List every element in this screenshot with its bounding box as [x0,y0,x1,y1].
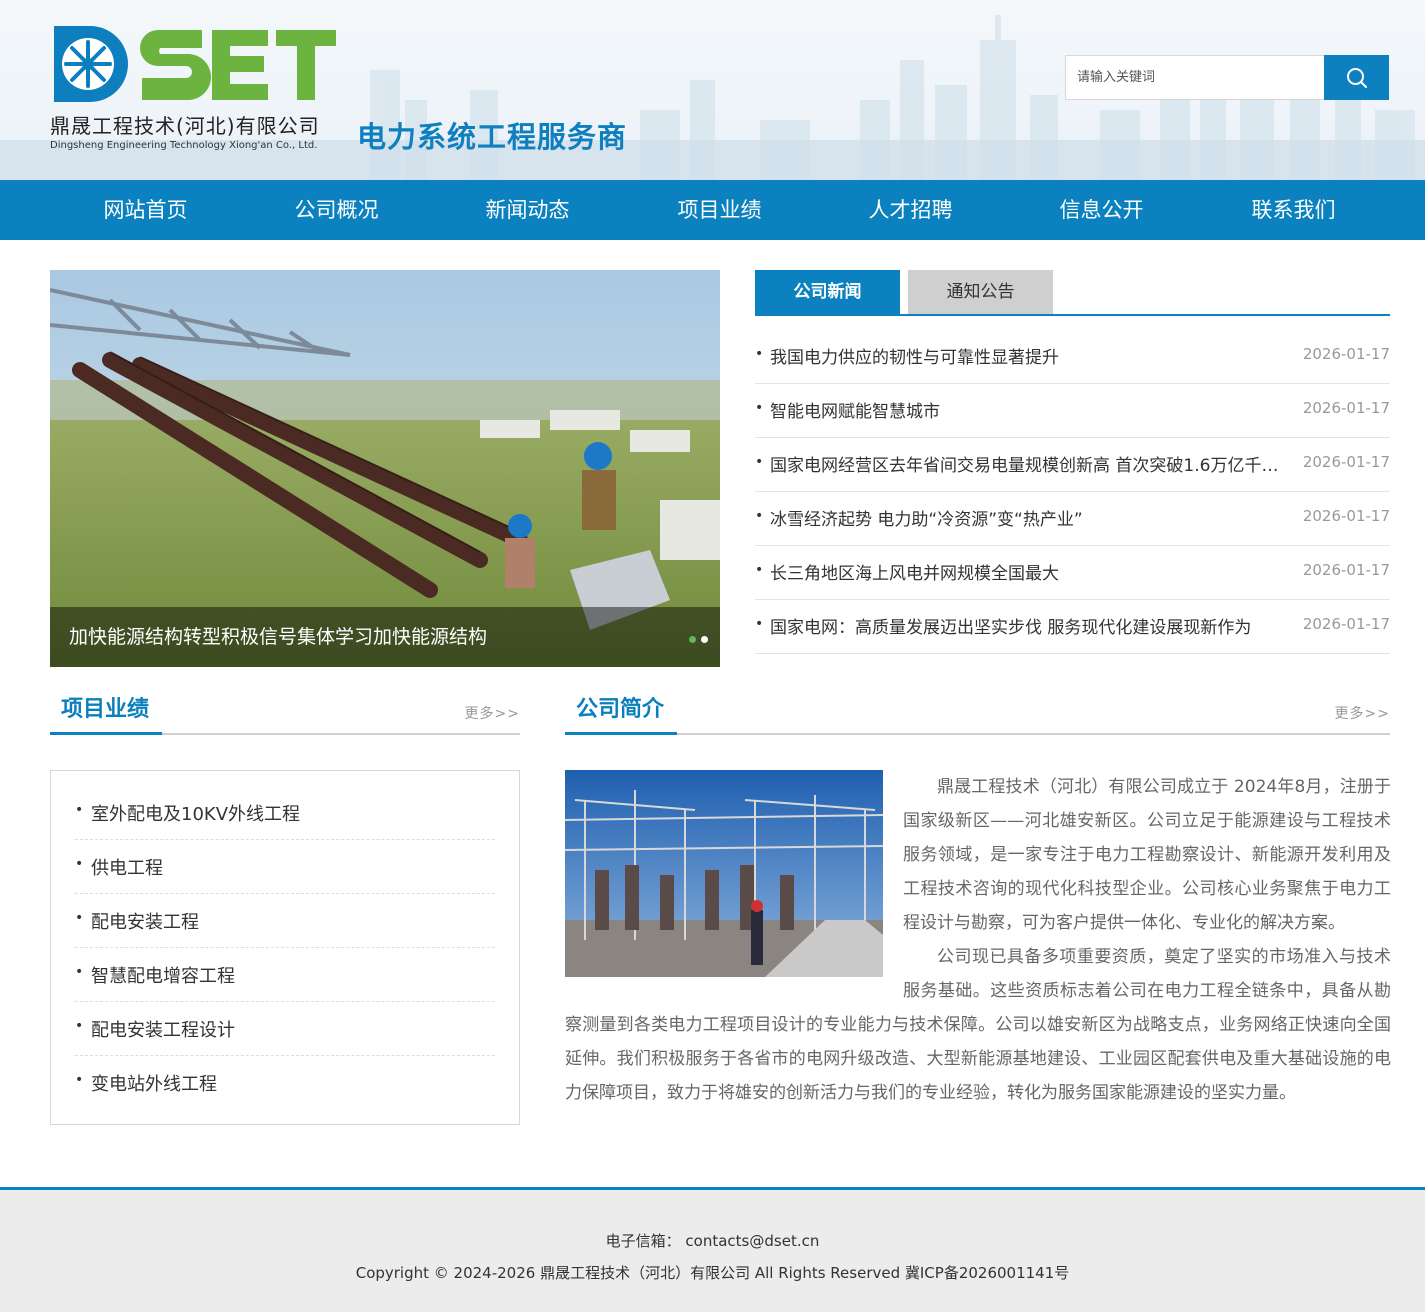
bullet-icon: • [755,346,764,362]
banner-caption: 加快能源结构转型积极信号集体学习加快能源结构 [50,607,720,667]
project-label: 配电安装工程设计 [91,1020,235,1041]
projects-box: • 室外配电及10KV外线工程 • 供电工程 • 配电安装工程 • 智慧配电增容… [50,770,520,1125]
footer-copyright: Copyright © 2024-2026 鼎晟工程技术（河北）有限公司 All… [355,1264,1070,1282]
news-item[interactable]: • 智能电网赋能智慧城市 2026-01-17 [755,384,1390,438]
news-item[interactable]: • 国家电网经营区去年省间交易电量规模创新高 首次突破1.6万亿千瓦时 2026… [755,438,1390,492]
news-date: 2026-01-17 [1302,399,1390,417]
news-tabs: 公司新闻 通知公告 [755,270,1390,316]
site-footer: 电子信箱： contacts@dset.cn Copyright © 2024-… [0,1187,1425,1312]
news-item[interactable]: • 长三角地区海上风电并网规模全国最大 2026-01-17 [755,546,1390,600]
bullet-icon: • [75,856,84,872]
news-item[interactable]: • 国家电网：高质量发展迈出坚实步伐 服务现代化建设展现新作为 2026-01-… [755,600,1390,654]
bullet-icon: • [755,400,764,416]
projects-title: 项目业绩 [50,695,163,735]
nav-item-about[interactable]: 公司概况 [241,180,432,240]
bullet-icon: • [755,508,764,524]
project-item[interactable]: • 供电工程 [75,840,495,894]
company-name-en: Dingsheng Engineering Technology Xiong'a… [50,140,318,151]
news-item[interactable]: • 我国电力供应的韧性与可靠性显著提升 2026-01-17 [755,330,1390,384]
project-label: 智慧配电增容工程 [91,966,235,987]
news-date: 2026-01-17 [1302,507,1390,525]
project-label: 室外配电及10KV外线工程 [91,804,301,825]
news-title: 国家电网：高质量发展迈出坚实步伐 服务现代化建设展现新作为 [770,618,1252,638]
bullet-icon: • [755,616,764,632]
main-nav: 网站首页 公司概况 新闻动态 项目业绩 人才招聘 信息公开 联系我们 [0,180,1425,240]
bullet-icon: • [75,802,84,818]
news-date: 2026-01-17 [1302,561,1390,579]
nav-item-home[interactable]: 网站首页 [50,180,241,240]
nav-item-contact[interactable]: 联系我们 [1198,180,1389,240]
news-date: 2026-01-17 [1302,345,1390,363]
projects-more-link[interactable]: 更多>> [465,703,520,723]
news-title: 我国电力供应的韧性与可靠性显著提升 [770,348,1059,368]
news-date: 2026-01-17 [1302,615,1390,633]
nav-item-projects[interactable]: 项目业绩 [624,180,815,240]
project-label: 配电安装工程 [91,912,199,933]
news-date: 2026-01-17 [1302,453,1390,471]
company-logo[interactable]: 鼎晟工程技术(河北)有限公司 Dingsheng Engineering Tec… [50,24,350,159]
project-item[interactable]: • 配电安装工程设计 [75,1002,495,1056]
project-item[interactable]: • 变电站外线工程 [75,1056,495,1110]
tab-company-news[interactable]: 公司新闻 [755,270,900,314]
slide-dot[interactable] [701,636,708,643]
company-name-cn: 鼎晟工程技术(河北)有限公司 [50,114,320,138]
news-panel: 公司新闻 通知公告 • 我国电力供应的韧性与可靠性显著提升 2026-01-17… [755,270,1390,660]
dset-logo-icon [54,26,336,102]
about-more-link[interactable]: 更多>> [1335,703,1390,723]
project-label: 变电站外线工程 [91,1074,217,1095]
projects-list: • 室外配电及10KV外线工程 • 供电工程 • 配电安装工程 • 智慧配电增容… [75,786,495,1110]
bullet-icon: • [75,964,84,980]
project-item[interactable]: • 智慧配电增容工程 [75,948,495,1002]
nav-item-disclosure[interactable]: 信息公开 [1006,180,1197,240]
bullet-icon: • [755,562,764,578]
news-item[interactable]: • 冰雪经济起势 电力助“冷资源”变“热产业” 2026-01-17 [755,492,1390,546]
substation-photo [565,770,883,977]
about-image [565,770,883,977]
about-section-header: 公司简介 更多>> [565,695,1390,735]
slide-dot-active[interactable] [689,636,696,643]
tab-notices[interactable]: 通知公告 [908,270,1053,314]
footer-email: 电子信箱： contacts@dset.cn [605,1232,820,1250]
news-title: 智能电网赋能智慧城市 [770,402,940,422]
bullet-icon: • [75,1018,84,1034]
news-list: • 我国电力供应的韧性与可靠性显著提升 2026-01-17 • 智能电网赋能智… [755,330,1390,654]
site-header: 鼎晟工程技术(河北)有限公司 Dingsheng Engineering Tec… [0,0,1425,180]
banner-slideshow[interactable]: 加快能源结构转型积极信号集体学习加快能源结构 [50,270,720,667]
projects-section-header: 项目业绩 更多>> [50,695,520,735]
project-item[interactable]: • 配电安装工程 [75,894,495,948]
nav-item-news[interactable]: 新闻动态 [432,180,623,240]
nav-item-careers[interactable]: 人才招聘 [815,180,1006,240]
project-item[interactable]: • 室外配电及10KV外线工程 [75,786,495,840]
news-title: 长三角地区海上风电并网规模全国最大 [770,564,1059,584]
search-input[interactable] [1065,55,1325,100]
search-icon [1346,67,1367,88]
bullet-icon: • [755,454,764,470]
search-bar [1065,55,1389,100]
about-title: 公司简介 [565,695,678,735]
search-button[interactable] [1324,55,1389,100]
bullet-icon: • [75,1072,84,1088]
project-label: 供电工程 [91,858,163,879]
news-title: 冰雪经济起势 电力助“冷资源”变“热产业” [770,510,1083,530]
slogan: 电力系统工程服务商 [357,120,628,154]
bullet-icon: • [75,910,84,926]
news-title: 国家电网经营区去年省间交易电量规模创新高 首次突破1.6万亿千瓦时 [770,456,1285,476]
